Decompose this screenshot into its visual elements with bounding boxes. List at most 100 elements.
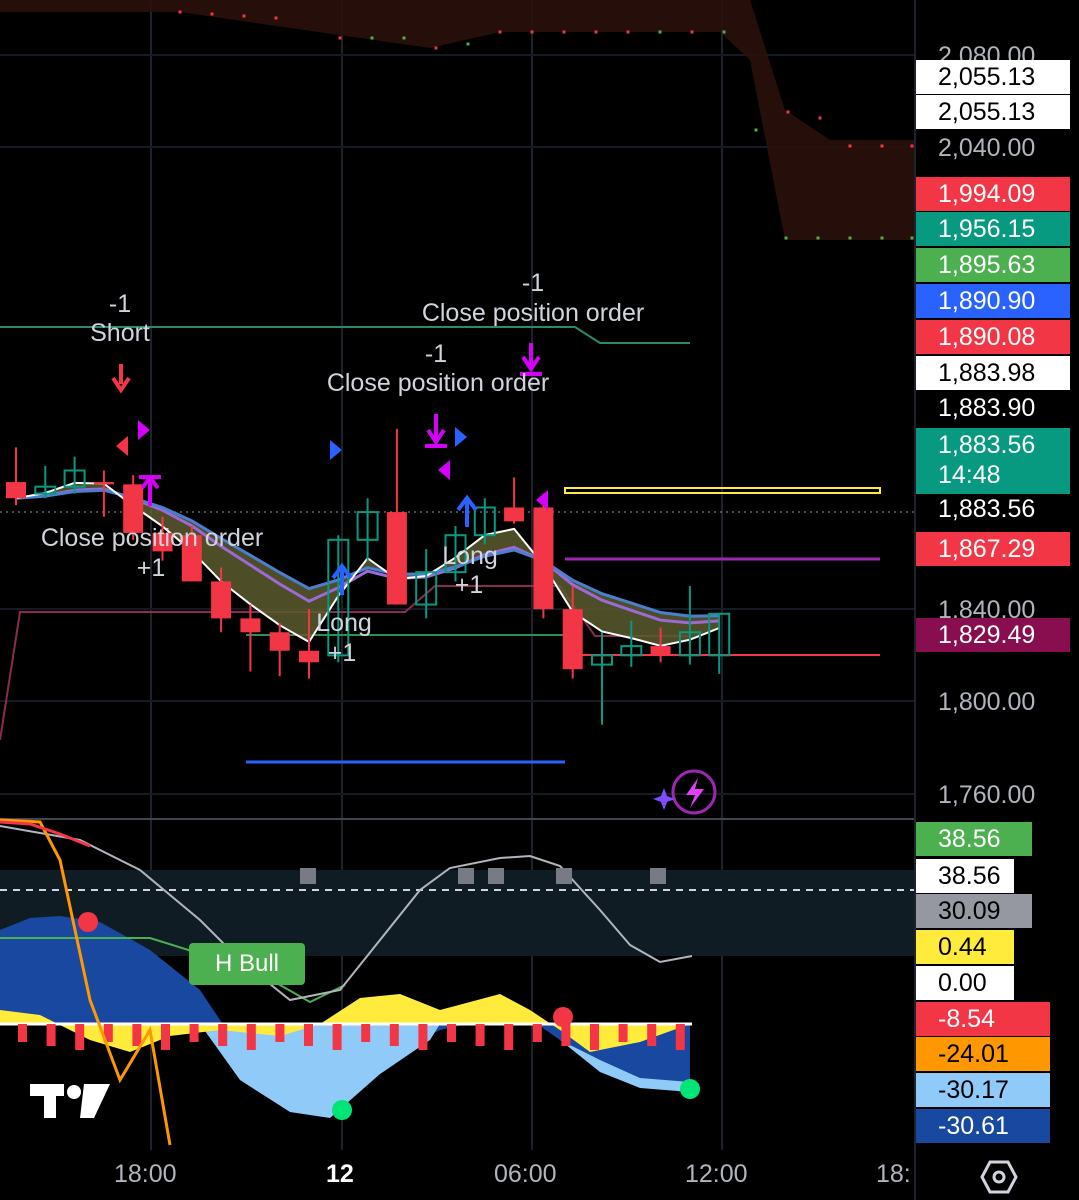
histogram-bar-6 bbox=[189, 1024, 199, 1042]
settings-hexagon-icon[interactable] bbox=[980, 1160, 1018, 1194]
sparkle-lightning-icon[interactable] bbox=[650, 768, 722, 816]
candle-18 bbox=[533, 493, 554, 619]
cloud-dot-red-15 bbox=[690, 30, 694, 34]
candle-13 bbox=[386, 428, 407, 605]
cloud-dot-green-2 bbox=[466, 42, 470, 46]
cloud-dot-red-18 bbox=[786, 110, 790, 114]
cloud-dot-red-2 bbox=[242, 14, 246, 18]
candle-body-8 bbox=[240, 618, 261, 633]
price-badge-5: 1,890.90 bbox=[916, 284, 1070, 318]
price-badge-10: 1,829.49 bbox=[916, 618, 1070, 652]
histogram-bar-10 bbox=[304, 1024, 313, 1046]
cloud-dot-red-11 bbox=[562, 30, 566, 34]
candle-0 bbox=[6, 447, 26, 506]
long-label-2: Long bbox=[442, 542, 498, 570]
price-badge-3: 1,956.15 bbox=[916, 212, 1070, 246]
time-tick-0600: 06:00 bbox=[494, 1160, 557, 1188]
cloud-dot-green-5 bbox=[754, 128, 758, 132]
current-price-label: 1,883.56 bbox=[938, 495, 1036, 523]
cloud-dot-green-8 bbox=[848, 236, 852, 240]
long-arrow-icon-2 bbox=[456, 494, 478, 527]
red-dot-2 bbox=[553, 1007, 573, 1027]
indicator-badge-0: 38.56 bbox=[916, 822, 1032, 856]
chart-stage[interactable]: 2,080.00 2,040.00 1,840.00 1,800.00 1,76… bbox=[0, 0, 1079, 1200]
close-order-qty-mid: -1 bbox=[424, 340, 448, 368]
red-triangle-1 bbox=[116, 436, 128, 456]
time-tick-18: 18: bbox=[876, 1160, 911, 1188]
price-tick-2040: 2,040.00 bbox=[938, 134, 1036, 162]
cloud-dot-green-6 bbox=[784, 236, 788, 240]
cloud-dot-red-20 bbox=[848, 144, 852, 148]
cloud-dot-red-7 bbox=[434, 46, 438, 50]
histogram-bar-9 bbox=[275, 1024, 285, 1042]
magenta-triangle-1 bbox=[138, 420, 150, 440]
cloud-band bbox=[0, 0, 915, 240]
histogram-bar-0 bbox=[18, 1024, 27, 1042]
price-tick-1800: 1,800.00 bbox=[938, 688, 1036, 716]
price-badge-1: 2,055.13 bbox=[916, 95, 1070, 129]
price-tick-1760: 1,760.00 bbox=[938, 781, 1036, 809]
histogram-bar-16 bbox=[475, 1024, 485, 1046]
cloud-dot-green-9 bbox=[880, 236, 884, 240]
histogram-bar-8 bbox=[246, 1024, 256, 1050]
price-badge-0: 2,055.13 bbox=[916, 60, 1070, 94]
indicator-badge-8: -30.61 bbox=[916, 1109, 1050, 1143]
histogram-bar-23 bbox=[675, 1024, 685, 1050]
indicator-badge-2: 30.09 bbox=[916, 894, 1032, 928]
price-badge-7: 1,883.98 bbox=[916, 356, 1070, 390]
histogram-bar-2 bbox=[75, 1024, 85, 1050]
cloud-dot-green-1 bbox=[402, 36, 406, 40]
histogram-bar-1 bbox=[46, 1024, 56, 1046]
close-order-label-mid: Close position order bbox=[326, 369, 550, 397]
countdown-badge: 1,883.56 14:48 bbox=[916, 428, 1070, 494]
indicator-badge-5: -8.54 bbox=[916, 1002, 1050, 1036]
histogram-bar-12 bbox=[361, 1024, 371, 1042]
histogram-bar-4 bbox=[132, 1024, 142, 1046]
cloud-dot-red-0 bbox=[178, 10, 182, 14]
cloud-dot-red-3 bbox=[274, 16, 278, 20]
green-dot-1 bbox=[332, 1100, 352, 1120]
cloud-dot-green-3 bbox=[658, 30, 662, 34]
indicator-badge-6: -24.01 bbox=[916, 1037, 1050, 1071]
close-order-label-top: Close position order bbox=[421, 299, 645, 327]
h-bull-label: H Bull bbox=[189, 943, 305, 985]
tradingview-logo-icon[interactable] bbox=[30, 1084, 110, 1118]
candle-body-10 bbox=[299, 650, 319, 663]
cloud-dot-green-4 bbox=[722, 30, 726, 34]
candle-17 bbox=[504, 477, 525, 524]
cloud-dot-red-21 bbox=[880, 144, 884, 148]
long-qty-1: +1 bbox=[327, 639, 357, 667]
indicator-badge-3: 0.44 bbox=[916, 930, 1014, 964]
short-label: Short bbox=[90, 319, 150, 347]
price-badge-4: 1,895.63 bbox=[916, 248, 1070, 282]
histogram-bar-11 bbox=[332, 1024, 342, 1050]
cloud-dot-red-4 bbox=[338, 36, 342, 40]
indicator-badge-1: 38.56 bbox=[916, 859, 1014, 893]
indicator-badge-7: -30.17 bbox=[916, 1073, 1050, 1107]
cloud-dot-red-1 bbox=[210, 12, 214, 16]
candle-3 bbox=[93, 470, 114, 517]
candle-20 bbox=[591, 632, 613, 725]
candles bbox=[6, 428, 731, 725]
candle-body-9 bbox=[269, 632, 290, 651]
cloud-dot-red-13 bbox=[626, 30, 630, 34]
cloud-dot-green-10 bbox=[910, 236, 914, 240]
long-qty-2: +1 bbox=[454, 571, 484, 599]
histogram-bar-5 bbox=[161, 1024, 170, 1050]
green-dot-2 bbox=[680, 1079, 700, 1099]
candle-body-7 bbox=[211, 581, 232, 619]
indicator-badge-4: 0.00 bbox=[916, 966, 1014, 1000]
price-badge-9: 1,867.29 bbox=[916, 532, 1070, 566]
histogram-bar-21 bbox=[618, 1024, 628, 1042]
time-tick-12: 12 bbox=[326, 1160, 354, 1188]
time-tick-1800: 18:00 bbox=[114, 1160, 177, 1188]
cloud-dot-green-7 bbox=[816, 236, 820, 240]
magenta-triangle-2 bbox=[438, 460, 450, 480]
close-order-qty-low: +1 bbox=[136, 554, 166, 582]
histogram-bar-13 bbox=[389, 1024, 399, 1046]
histogram-bar-15 bbox=[447, 1024, 456, 1042]
candle-body-22 bbox=[650, 646, 671, 656]
price-badge-2: 1,994.09 bbox=[916, 177, 1070, 211]
candle-8 bbox=[240, 604, 261, 672]
histogram-bar-20 bbox=[590, 1024, 599, 1050]
